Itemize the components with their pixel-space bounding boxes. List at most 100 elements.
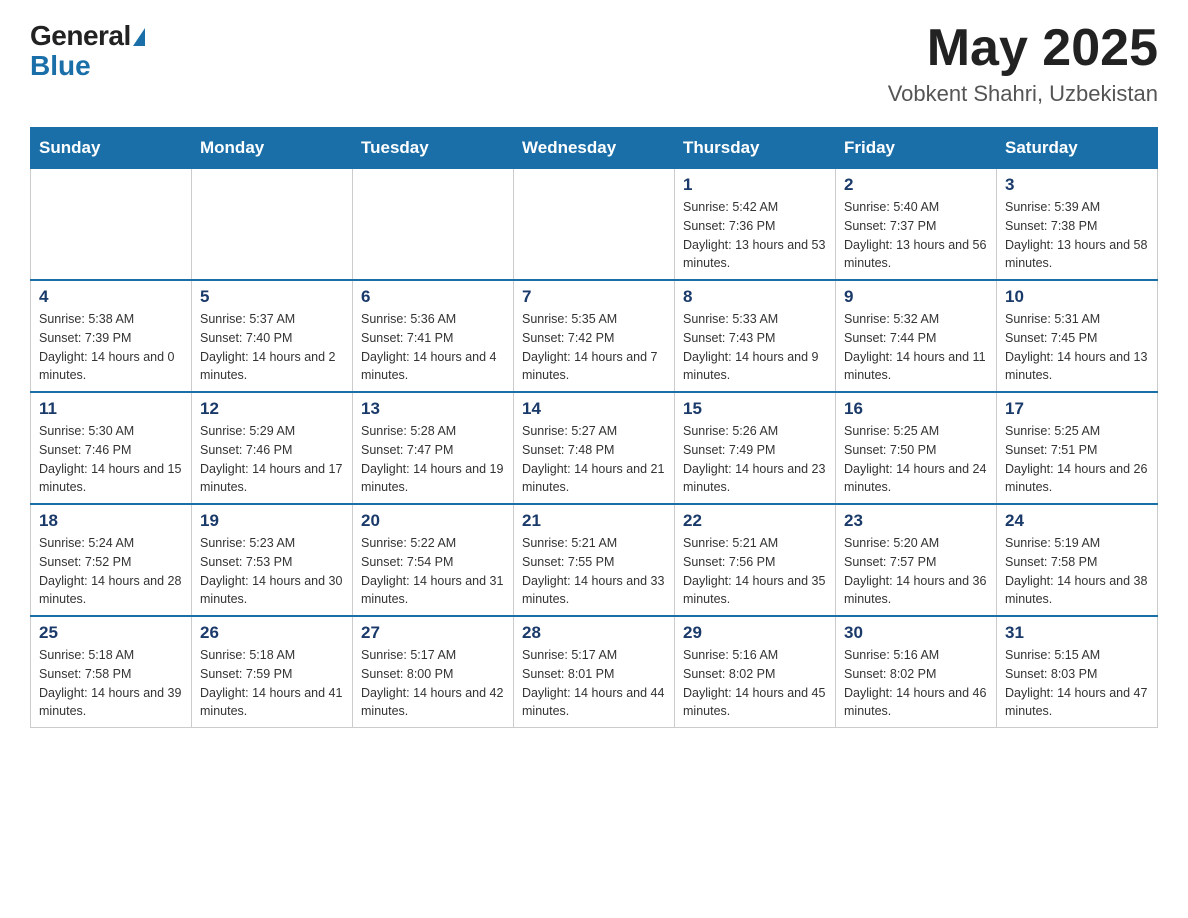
calendar-day-cell: 29Sunrise: 5:16 AMSunset: 8:02 PMDayligh…	[675, 616, 836, 728]
day-number: 20	[361, 511, 505, 531]
day-info: Sunrise: 5:24 AMSunset: 7:52 PMDaylight:…	[39, 534, 183, 609]
logo-general-text: General	[30, 20, 131, 52]
day-info: Sunrise: 5:15 AMSunset: 8:03 PMDaylight:…	[1005, 646, 1149, 721]
day-info: Sunrise: 5:19 AMSunset: 7:58 PMDaylight:…	[1005, 534, 1149, 609]
day-info: Sunrise: 5:17 AMSunset: 8:00 PMDaylight:…	[361, 646, 505, 721]
day-info: Sunrise: 5:32 AMSunset: 7:44 PMDaylight:…	[844, 310, 988, 385]
day-number: 12	[200, 399, 344, 419]
weekday-header-saturday: Saturday	[997, 128, 1158, 169]
calendar-day-cell: 3 Sunrise: 5:39 AMSunset: 7:38 PMDaylight…	[997, 169, 1158, 281]
day-info: Sunrise: 5:35 AMSunset: 7:42 PMDaylight:…	[522, 310, 666, 385]
day-number: 3	[1005, 175, 1149, 195]
day-number: 21	[522, 511, 666, 531]
day-number: 15	[683, 399, 827, 419]
calendar-day-cell: 6Sunrise: 5:36 AMSunset: 7:41 PMDaylight…	[353, 280, 514, 392]
day-info: Sunrise: 5:27 AMSunset: 7:48 PMDaylight:…	[522, 422, 666, 497]
calendar-day-cell: 20 Sunrise: 5:22 AMSunset: 7:54 PMDayligh…	[353, 504, 514, 616]
calendar-day-cell: 24 Sunrise: 5:19 AMSunset: 7:58 PMDayligh…	[997, 504, 1158, 616]
calendar-day-cell: 26 Sunrise: 5:18 AMSunset: 7:59 PMDayligh…	[192, 616, 353, 728]
weekday-header-tuesday: Tuesday	[353, 128, 514, 169]
day-info: Sunrise: 5:18 AMSunset: 7:58 PMDaylight:…	[39, 646, 183, 721]
calendar-day-cell: 19 Sunrise: 5:23 AMSunset: 7:53 PMDayligh…	[192, 504, 353, 616]
day-info: Sunrise: 5:26 AMSunset: 7:49 PMDaylight:…	[683, 422, 827, 497]
day-number: 16	[844, 399, 988, 419]
day-info: Sunrise: 5:16 AMSunset: 8:02 PMDaylight:…	[844, 646, 988, 721]
calendar-day-cell	[192, 169, 353, 281]
day-info: Sunrise: 5:39 AMSunset: 7:38 PMDaylight:…	[1005, 198, 1149, 273]
weekday-header-wednesday: Wednesday	[514, 128, 675, 169]
weekday-header-friday: Friday	[836, 128, 997, 169]
calendar-week-row: 25 Sunrise: 5:18 AMSunset: 7:58 PMDayligh…	[31, 616, 1158, 728]
calendar-day-cell: 15 Sunrise: 5:26 AMSunset: 7:49 PMDayligh…	[675, 392, 836, 504]
day-info: Sunrise: 5:23 AMSunset: 7:53 PMDaylight:…	[200, 534, 344, 609]
calendar-day-cell: 5 Sunrise: 5:37 AMSunset: 7:40 PMDaylight…	[192, 280, 353, 392]
day-number: 22	[683, 511, 827, 531]
calendar-day-cell: 9 Sunrise: 5:32 AMSunset: 7:44 PMDaylight…	[836, 280, 997, 392]
day-info: Sunrise: 5:37 AMSunset: 7:40 PMDaylight:…	[200, 310, 344, 385]
calendar-day-cell: 17 Sunrise: 5:25 AMSunset: 7:51 PMDayligh…	[997, 392, 1158, 504]
day-info: Sunrise: 5:20 AMSunset: 7:57 PMDaylight:…	[844, 534, 988, 609]
day-number: 14	[522, 399, 666, 419]
day-number: 24	[1005, 511, 1149, 531]
day-number: 9	[844, 287, 988, 307]
calendar-day-cell: 18 Sunrise: 5:24 AMSunset: 7:52 PMDayligh…	[31, 504, 192, 616]
calendar-day-cell: 23 Sunrise: 5:20 AMSunset: 7:57 PMDayligh…	[836, 504, 997, 616]
calendar-day-cell: 14 Sunrise: 5:27 AMSunset: 7:48 PMDayligh…	[514, 392, 675, 504]
logo: General Blue	[30, 20, 145, 80]
calendar-day-cell: 8 Sunrise: 5:33 AMSunset: 7:43 PMDaylight…	[675, 280, 836, 392]
calendar-day-cell	[353, 169, 514, 281]
day-number: 29	[683, 623, 827, 643]
day-info: Sunrise: 5:25 AMSunset: 7:51 PMDaylight:…	[1005, 422, 1149, 497]
calendar-week-row: 18 Sunrise: 5:24 AMSunset: 7:52 PMDayligh…	[31, 504, 1158, 616]
calendar-day-cell: 30 Sunrise: 5:16 AMSunset: 8:02 PMDayligh…	[836, 616, 997, 728]
day-number: 1	[683, 175, 827, 195]
day-number: 17	[1005, 399, 1149, 419]
day-number: 28	[522, 623, 666, 643]
day-number: 18	[39, 511, 183, 531]
day-info: Sunrise: 5:33 AMSunset: 7:43 PMDaylight:…	[683, 310, 827, 385]
day-number: 13	[361, 399, 505, 419]
day-number: 5	[200, 287, 344, 307]
day-number: 19	[200, 511, 344, 531]
day-number: 8	[683, 287, 827, 307]
logo-blue-text: Blue	[30, 52, 91, 80]
calendar-day-cell: 4 Sunrise: 5:38 AMSunset: 7:39 PMDaylight…	[31, 280, 192, 392]
day-number: 30	[844, 623, 988, 643]
day-number: 27	[361, 623, 505, 643]
day-info: Sunrise: 5:28 AMSunset: 7:47 PMDaylight:…	[361, 422, 505, 497]
day-info: Sunrise: 5:30 AMSunset: 7:46 PMDaylight:…	[39, 422, 183, 497]
logo-triangle-icon	[133, 28, 145, 46]
calendar-day-cell: 12 Sunrise: 5:29 AMSunset: 7:46 PMDayligh…	[192, 392, 353, 504]
day-info: Sunrise: 5:42 AMSunset: 7:36 PMDaylight:…	[683, 198, 827, 273]
calendar-day-cell: 7 Sunrise: 5:35 AMSunset: 7:42 PMDaylight…	[514, 280, 675, 392]
calendar-week-row: 11Sunrise: 5:30 AMSunset: 7:46 PMDayligh…	[31, 392, 1158, 504]
calendar-day-cell: 21 Sunrise: 5:21 AMSunset: 7:55 PMDayligh…	[514, 504, 675, 616]
day-info: Sunrise: 5:31 AMSunset: 7:45 PMDaylight:…	[1005, 310, 1149, 385]
location-subtitle: Vobkent Shahri, Uzbekistan	[888, 81, 1158, 107]
day-info: Sunrise: 5:17 AMSunset: 8:01 PMDaylight:…	[522, 646, 666, 721]
day-info: Sunrise: 5:38 AMSunset: 7:39 PMDaylight:…	[39, 310, 183, 385]
calendar-day-cell	[31, 169, 192, 281]
page-header: General Blue May 2025 Vobkent Shahri, Uz…	[30, 20, 1158, 107]
day-info: Sunrise: 5:22 AMSunset: 7:54 PMDaylight:…	[361, 534, 505, 609]
day-info: Sunrise: 5:36 AMSunset: 7:41 PMDaylight:…	[361, 310, 505, 385]
calendar-week-row: 4 Sunrise: 5:38 AMSunset: 7:39 PMDaylight…	[31, 280, 1158, 392]
calendar-day-cell: 10Sunrise: 5:31 AMSunset: 7:45 PMDayligh…	[997, 280, 1158, 392]
day-number: 23	[844, 511, 988, 531]
day-number: 25	[39, 623, 183, 643]
calendar-day-cell: 11Sunrise: 5:30 AMSunset: 7:46 PMDayligh…	[31, 392, 192, 504]
calendar-day-cell: 31Sunrise: 5:15 AMSunset: 8:03 PMDayligh…	[997, 616, 1158, 728]
calendar-table: SundayMondayTuesdayWednesdayThursdayFrid…	[30, 127, 1158, 728]
day-info: Sunrise: 5:21 AMSunset: 7:55 PMDaylight:…	[522, 534, 666, 609]
day-number: 26	[200, 623, 344, 643]
day-info: Sunrise: 5:29 AMSunset: 7:46 PMDaylight:…	[200, 422, 344, 497]
weekday-header-row: SundayMondayTuesdayWednesdayThursdayFrid…	[31, 128, 1158, 169]
calendar-day-cell: 2Sunrise: 5:40 AMSunset: 7:37 PMDaylight…	[836, 169, 997, 281]
day-number: 7	[522, 287, 666, 307]
calendar-day-cell: 27 Sunrise: 5:17 AMSunset: 8:00 PMDayligh…	[353, 616, 514, 728]
calendar-day-cell: 1 Sunrise: 5:42 AMSunset: 7:36 PMDaylight…	[675, 169, 836, 281]
day-number: 4	[39, 287, 183, 307]
day-info: Sunrise: 5:18 AMSunset: 7:59 PMDaylight:…	[200, 646, 344, 721]
calendar-day-cell: 22Sunrise: 5:21 AMSunset: 7:56 PMDayligh…	[675, 504, 836, 616]
weekday-header-monday: Monday	[192, 128, 353, 169]
